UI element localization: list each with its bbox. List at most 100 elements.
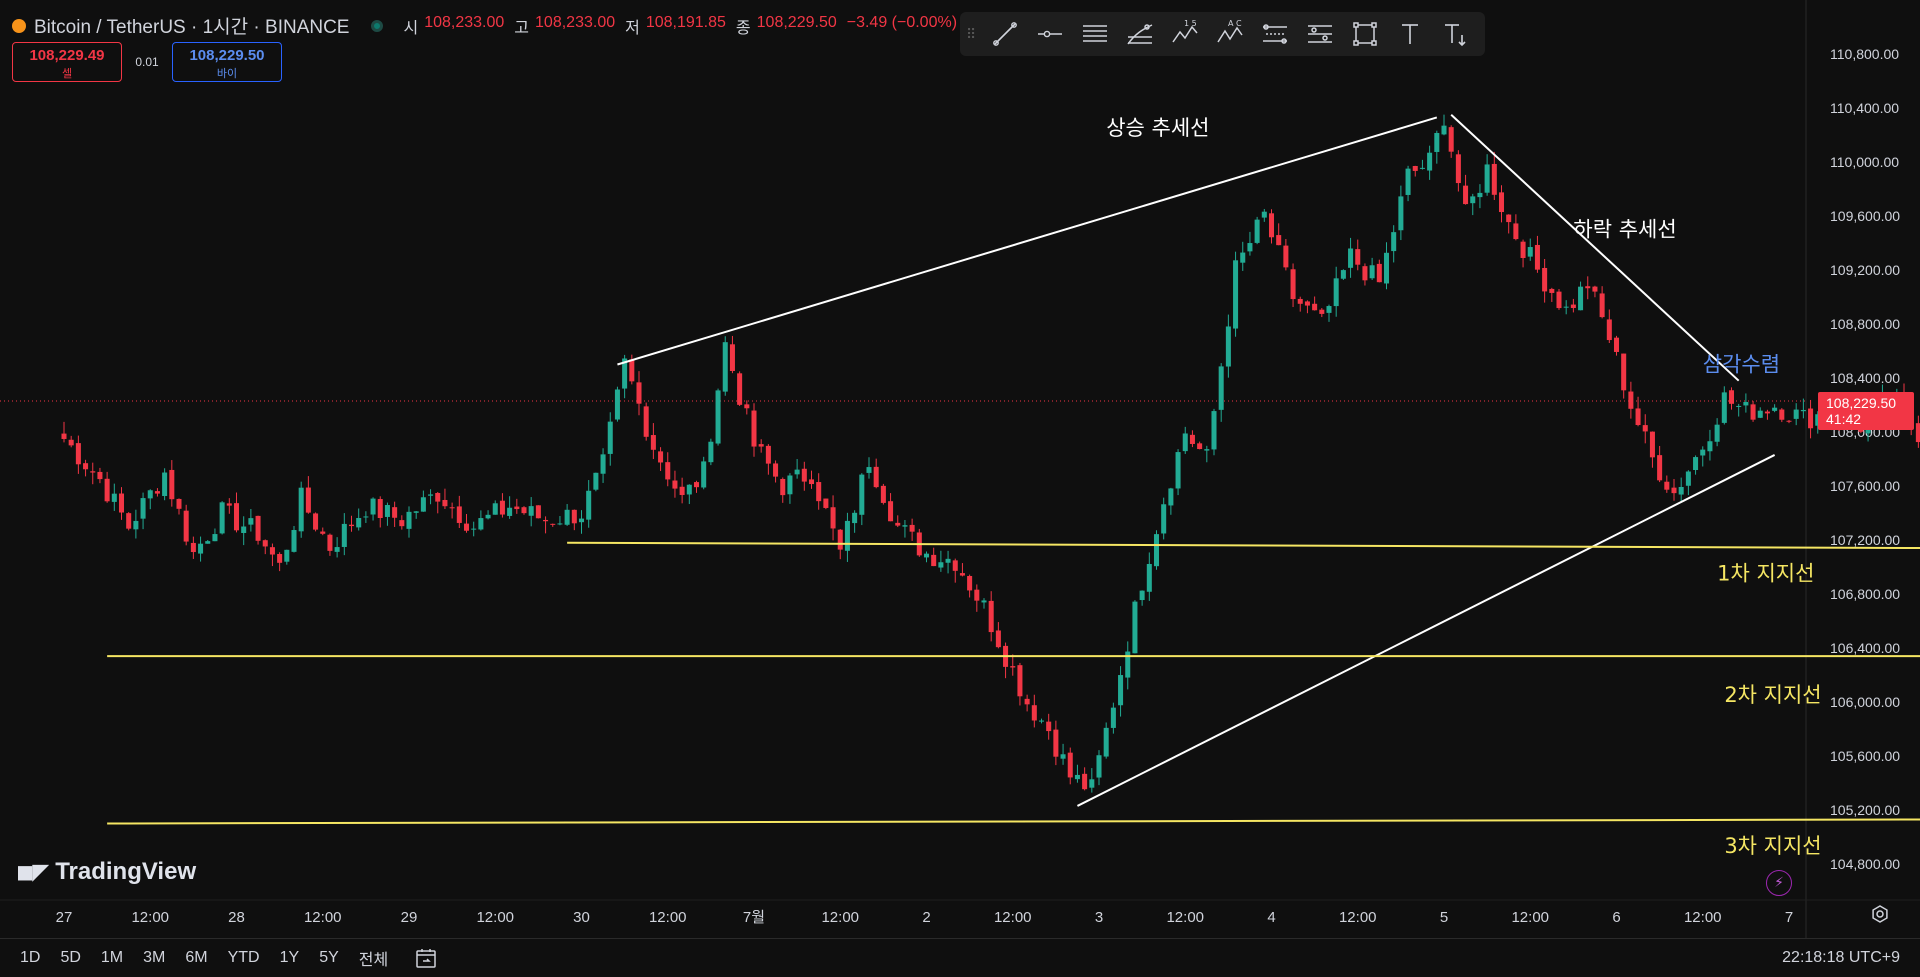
candle-body <box>176 498 182 509</box>
candle-body <box>399 520 405 527</box>
fib-retracement-icon[interactable] <box>1123 17 1157 51</box>
y-tick-label: 106,400.00 <box>1830 640 1900 656</box>
range-1d-button[interactable]: 1D <box>20 949 40 967</box>
goto-date-icon[interactable] <box>414 946 438 970</box>
candle-body <box>1434 132 1440 152</box>
candle-body <box>1427 152 1433 171</box>
trend-line-icon[interactable] <box>988 17 1022 51</box>
range-5d-button[interactable]: 5D <box>60 949 80 967</box>
candle-body <box>600 454 606 474</box>
x-tick-label: 12:00 <box>1339 909 1377 926</box>
y-tick-label: 105,200.00 <box>1830 802 1900 818</box>
candle-body <box>1376 263 1382 283</box>
rectangle-icon[interactable] <box>1348 17 1382 51</box>
candle-body <box>90 471 96 473</box>
candle-body <box>837 529 843 550</box>
candle-body <box>909 524 915 532</box>
candle-body <box>514 506 520 510</box>
candle-body <box>205 541 211 544</box>
candle-body <box>449 507 455 509</box>
candle-body <box>370 498 376 515</box>
candle-body <box>902 525 908 527</box>
svg-text:1 5: 1 5 <box>1184 19 1197 28</box>
candle-body <box>406 511 412 529</box>
candle-body <box>1132 601 1138 654</box>
candle-body <box>808 479 815 485</box>
lightning-icon[interactable]: ⚡ <box>1766 870 1792 896</box>
candle-body <box>1161 504 1167 534</box>
buy-button[interactable]: 108,229.50 바이 <box>172 42 282 82</box>
range-ytd-button[interactable]: YTD <box>228 949 260 967</box>
x-tick-label: 12:00 <box>649 909 687 926</box>
range-6m-button[interactable]: 6M <box>185 949 207 967</box>
bottom-toolbar: 1D 5D 1M 3M 6M YTD 1Y 5Y 전체 22:18:18 UTC… <box>0 938 1920 977</box>
candle-body <box>1225 326 1231 367</box>
candle-body <box>1333 278 1339 307</box>
candle-body <box>1477 192 1483 198</box>
svg-text:A C: A C <box>1228 19 1242 28</box>
candle-body <box>923 553 930 558</box>
candle-body <box>1182 433 1188 452</box>
horizontal-ray-icon[interactable] <box>1033 17 1067 51</box>
candle-body <box>305 487 311 513</box>
candle-body <box>356 517 362 528</box>
range-3m-button[interactable]: 3M <box>143 949 165 967</box>
candle-body <box>895 522 901 526</box>
candle-body <box>348 524 355 527</box>
y-tick-label: 106,800.00 <box>1830 586 1900 602</box>
chart-canvas[interactable]: 110,800.00 110,400.00 110,000.00 109,600.00… <box>0 0 1920 977</box>
candle-body <box>1808 408 1814 429</box>
range-all-button[interactable]: 전체 <box>359 946 388 970</box>
clock-display[interactable]: 22:18:18 UTC+9 <box>1782 949 1900 967</box>
candle-body <box>722 342 728 392</box>
tradingview-logo[interactable]: ◼◤ TradingView <box>16 858 196 886</box>
drawing-toolbar: ⠿ 1 5 A C <box>960 12 1485 56</box>
range-5y-button[interactable]: 5Y <box>319 949 339 967</box>
date-range-icon[interactable] <box>1258 17 1292 51</box>
elliott-wave-icon[interactable]: 1 5 <box>1168 17 1202 51</box>
price-range-icon[interactable] <box>1303 17 1337 51</box>
range-1m-button[interactable]: 1M <box>101 949 123 967</box>
text-anchor-icon[interactable] <box>1438 17 1472 51</box>
x-tick-label: 12:00 <box>476 909 514 926</box>
candle-body <box>1369 265 1375 279</box>
x-tick-label: 7월 <box>743 909 765 926</box>
candle-body <box>1304 301 1310 306</box>
open-label: 시 <box>403 19 419 37</box>
annotation-label: 삼각수렴 <box>1703 352 1780 376</box>
candle-body <box>1326 306 1332 313</box>
sell-button[interactable]: 108,229.49 셀 <box>12 42 122 82</box>
candle-body <box>471 528 477 530</box>
candle-body <box>816 482 822 502</box>
text-icon[interactable] <box>1393 17 1427 51</box>
high-value: 108,233.00 <box>535 13 616 31</box>
drag-handle-icon[interactable]: ⠿ <box>966 24 976 44</box>
parallel-channel-icon[interactable] <box>1078 17 1112 51</box>
candle-body <box>1757 410 1763 418</box>
candle-body <box>485 514 491 519</box>
gear-icon[interactable] <box>1870 904 1890 924</box>
symbol-title[interactable]: Bitcoin / TetherUS · 1시간 · BINANCE <box>34 12 349 39</box>
candle-body <box>1772 407 1778 411</box>
x-tick-label: 4 <box>1267 909 1275 926</box>
candle-body <box>1031 705 1037 721</box>
candle-body <box>61 433 67 439</box>
candle-body <box>1168 488 1174 506</box>
candle-body <box>341 523 347 547</box>
candle-body <box>1060 754 1066 759</box>
candle-body <box>1455 154 1461 184</box>
candle-body <box>284 549 290 562</box>
range-1y-button[interactable]: 1Y <box>280 949 300 967</box>
candle-body <box>650 435 656 450</box>
candle-body <box>219 502 225 534</box>
x-tick-label: 12:00 <box>131 909 169 926</box>
candle-body <box>269 547 275 555</box>
candle-body <box>183 510 189 542</box>
trend-line <box>617 116 1438 366</box>
abcd-pattern-icon[interactable]: A C <box>1213 17 1247 51</box>
sell-label: 셀 <box>61 68 73 80</box>
candle-body <box>665 462 671 480</box>
candle-body <box>1412 166 1418 171</box>
candle-body <box>629 359 635 382</box>
candle-body <box>607 421 613 454</box>
